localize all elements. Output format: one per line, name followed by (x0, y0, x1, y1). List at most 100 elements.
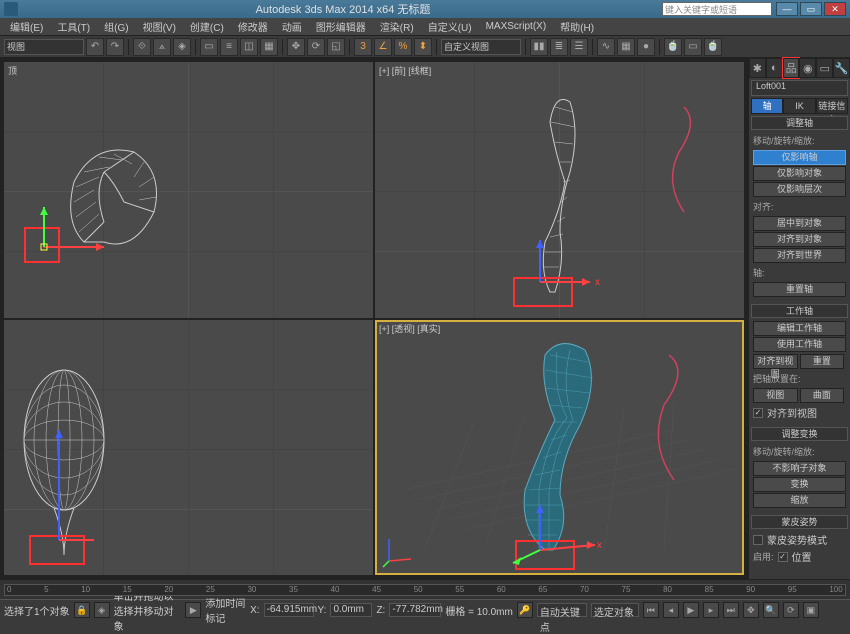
redo-button[interactable]: ↷ (106, 38, 124, 56)
menu-animation[interactable]: 动画 (276, 19, 308, 34)
help-search-input[interactable]: 键入关键字或短语 (662, 2, 772, 16)
skin-pose-mode-checkbox[interactable]: 蒙皮姿势模式 (753, 531, 846, 548)
orbit-view-button[interactable]: ⟳ (783, 602, 799, 618)
scale-button[interactable]: ◱ (327, 38, 345, 56)
maximize-button[interactable]: ▭ (800, 2, 822, 16)
tab-motion[interactable]: ◉ (799, 58, 816, 78)
menu-tools[interactable]: 工具(T) (51, 19, 96, 34)
angle-snap-button[interactable]: ∠ (374, 38, 392, 56)
close-button[interactable]: ✕ (824, 2, 846, 16)
undo-button[interactable]: ↶ (86, 38, 104, 56)
menu-help[interactable]: 帮助(H) (554, 19, 600, 34)
place-view-button[interactable]: 视图 (753, 388, 798, 403)
menu-views[interactable]: 视图(V) (137, 19, 182, 34)
coord-x-field[interactable]: -64.915mm (264, 603, 314, 617)
reset-button[interactable]: 重置 (800, 354, 845, 369)
play-prev-button[interactable]: ◂ (663, 602, 679, 618)
bind-button[interactable]: ◈ (173, 38, 191, 56)
autokey-button[interactable]: 自动关键点 (537, 603, 587, 617)
align-to-object-button[interactable]: 对齐到对象 (753, 232, 846, 247)
align-view-checkbox[interactable]: ✓对齐到视图 (753, 404, 846, 421)
viewport-perspective[interactable]: [+] [透视] [真实] (375, 320, 744, 576)
rollout-header[interactable]: 调整变换 (751, 427, 848, 441)
viewport-label: 顶 (8, 64, 17, 77)
snap-toggle-button[interactable]: 3 (354, 38, 372, 56)
percent-snap-button[interactable]: % (394, 38, 412, 56)
window-crossing-button[interactable]: ▦ (260, 38, 278, 56)
select-button[interactable]: ▭ (200, 38, 218, 56)
key-filter-dropdown[interactable]: 选定对象 (591, 603, 639, 617)
zoom-view-button[interactable]: 🔍 (763, 602, 779, 618)
viewport-front[interactable]: [+] [前] [线框] (375, 62, 744, 318)
layer-button[interactable]: ☰ (570, 38, 588, 56)
subtab-pivot[interactable]: 轴 (751, 98, 783, 114)
menu-rendering[interactable]: 渲染(R) (374, 19, 420, 34)
pan-view-button[interactable]: ✥ (743, 602, 759, 618)
play-next-button[interactable]: ▸ (703, 602, 719, 618)
coord-y-field[interactable]: 0.0mm (330, 603, 372, 617)
align-to-view-button[interactable]: 对齐到视图 (753, 354, 798, 369)
subtab-ik[interactable]: IK (783, 98, 815, 114)
schematic-button[interactable]: ▦ (617, 38, 635, 56)
menu-modifiers[interactable]: 修改器 (232, 19, 274, 34)
tab-display[interactable]: ▭ (816, 58, 833, 78)
affect-hierarchy-button[interactable]: 仅影响层次 (753, 182, 846, 197)
menu-graph[interactable]: 图形编辑器 (310, 19, 372, 34)
scale-button[interactable]: 缩放 (753, 493, 846, 508)
rotate-button[interactable]: ⟳ (307, 38, 325, 56)
named-selection-dropdown[interactable]: 自定义视图 (441, 39, 521, 55)
coord-z-field[interactable]: -77.782mm (389, 603, 441, 617)
max-viewport-button[interactable]: ▣ (803, 602, 819, 618)
position-checkbox[interactable]: ✓位置 (778, 548, 812, 565)
edit-work-pivot-button[interactable]: 编辑工作轴 (753, 321, 846, 336)
tab-hierarchy[interactable]: 品 (783, 58, 800, 78)
align-to-world-button[interactable]: 对齐到世界 (753, 248, 846, 263)
unlink-button[interactable]: ⟑ (153, 38, 171, 56)
menu-maxscript[interactable]: MAXScript(X) (480, 21, 553, 32)
dont-affect-children-button[interactable]: 不影响子对象 (753, 461, 846, 476)
render-frame-button[interactable]: ▭ (684, 38, 702, 56)
move-button[interactable]: ✥ (287, 38, 305, 56)
spinner-snap-button[interactable]: ⬍ (414, 38, 432, 56)
menu-create[interactable]: 创建(C) (184, 19, 230, 34)
rollout-header[interactable]: 蒙皮姿势 (751, 515, 848, 529)
menu-group[interactable]: 组(G) (98, 19, 134, 34)
view-dropdown[interactable]: 视图 (4, 39, 84, 55)
lock-selection-button[interactable]: 🔒 (74, 602, 90, 618)
rectangle-select-button[interactable]: ◫ (240, 38, 258, 56)
maxscript-button[interactable]: ▶ (185, 602, 201, 618)
use-work-pivot-button[interactable]: 使用工作轴 (753, 337, 846, 352)
menu-edit[interactable]: 编辑(E) (4, 19, 49, 34)
rollout-header[interactable]: 工作轴 (751, 304, 848, 318)
time-slider[interactable]: 0510152025303540455055606570758085909510… (4, 584, 846, 596)
center-to-object-button[interactable]: 居中到对象 (753, 216, 846, 231)
curve-editor-button[interactable]: ∿ (597, 38, 615, 56)
isolate-button[interactable]: ◈ (94, 602, 110, 618)
minimize-button[interactable]: — (776, 2, 798, 16)
subtab-linkinfo[interactable]: 链接信息 (816, 98, 848, 114)
mirror-button[interactable]: ▮▮ (530, 38, 548, 56)
render-button[interactable]: 🍵 (704, 38, 722, 56)
link-button[interactable]: ⟐ (133, 38, 151, 56)
material-button[interactable]: ● (637, 38, 655, 56)
render-setup-button[interactable]: 🍵 (664, 38, 682, 56)
viewport-left[interactable] (4, 320, 373, 576)
viewport-top[interactable]: 顶 (4, 62, 373, 318)
place-surface-button[interactable]: 曲面 (800, 388, 845, 403)
play-button[interactable]: ▶ (683, 602, 699, 618)
reset-pivot-button[interactable]: 重置轴 (753, 282, 846, 297)
rollout-header[interactable]: 调整轴 (751, 116, 848, 130)
select-name-button[interactable]: ≡ (220, 38, 238, 56)
object-name-field[interactable]: Loft001 (751, 80, 848, 96)
tab-create[interactable]: ✱ (749, 58, 766, 78)
tab-utilities[interactable]: 🔧 (833, 58, 850, 78)
affect-pivot-button[interactable]: 仅影响轴 (753, 150, 846, 165)
key-mode-button[interactable]: 🔑 (517, 602, 533, 618)
play-start-button[interactable]: ⏮ (643, 602, 659, 618)
tab-modify[interactable]: ◐ (766, 58, 783, 78)
align-button[interactable]: ≣ (550, 38, 568, 56)
affect-object-button[interactable]: 仅影响对象 (753, 166, 846, 181)
menu-customize[interactable]: 自定义(U) (422, 19, 478, 34)
transform-button[interactable]: 变换 (753, 477, 846, 492)
play-end-button[interactable]: ⏭ (723, 602, 739, 618)
